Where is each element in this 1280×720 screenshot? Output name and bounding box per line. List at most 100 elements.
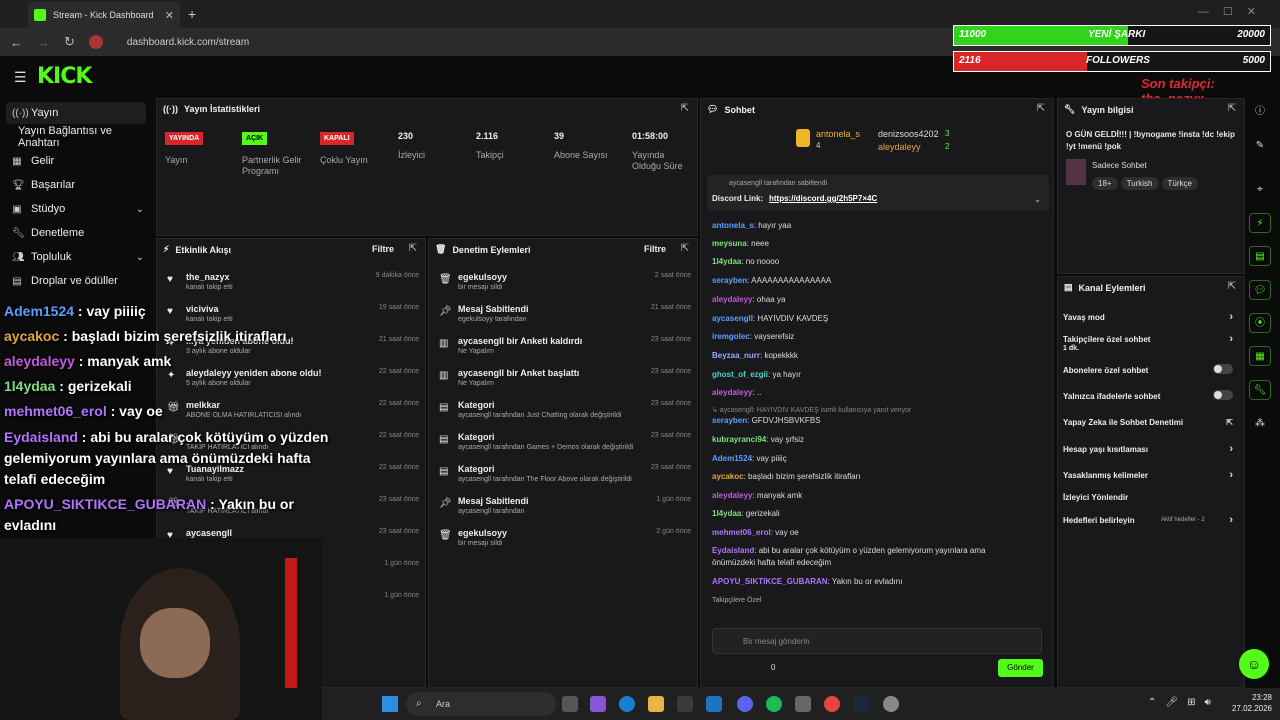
sidebar-item-studio[interactable]: ▣ Stüdyo ⌄ xyxy=(6,198,146,220)
sidebar-item-drops[interactable]: ▤ Droplar ve ödüller xyxy=(6,270,146,292)
info-icon[interactable]: ⓘ xyxy=(1249,102,1271,122)
kick-logo[interactable]: KICK xyxy=(37,64,92,89)
chat-message[interactable]: Adem1524: vay piiiiç xyxy=(712,453,787,464)
list-item[interactable]: 🗑︎ egekulsoyy bir mesajı sildi 2 gün önce xyxy=(437,525,693,555)
chevron-right-icon[interactable]: › xyxy=(1229,469,1233,481)
list-item[interactable]: İzleyici Yönlendir xyxy=(1063,493,1233,507)
chat-message[interactable]: aleydaleyy: ohaa ya xyxy=(712,294,785,305)
chevron-right-icon[interactable]: › xyxy=(1229,443,1233,455)
mail-icon[interactable] xyxy=(706,696,722,712)
popout-icon[interactable]: ⇱ xyxy=(1037,103,1045,114)
chat-input[interactable]: Bir mesaj gönderin xyxy=(712,628,1042,654)
chat-message[interactable]: aycakoc: başladı bizim şerefsizlik itira… xyxy=(712,471,861,482)
popout-icon[interactable]: ⇱ xyxy=(1228,281,1236,292)
sidebar-item-community[interactable]: 👥︎ Topluluk ⌄ xyxy=(6,246,146,268)
chat-message[interactable]: serayben: AAAAAAAAAAAAAAA xyxy=(712,275,831,286)
tab-close-icon[interactable]: ✕ xyxy=(165,9,174,22)
tag[interactable]: 18+ xyxy=(1092,177,1118,190)
top-gifter-1[interactable]: antonela_s xyxy=(816,129,860,139)
list-item[interactable]: ♥ viciviva kanalı takip etti 19 saat önce xyxy=(165,301,421,331)
chat-icon[interactable]: 💬︎ xyxy=(1249,280,1271,300)
chat-username[interactable]: APOYU_SIKTIKCE_GUBARAN xyxy=(712,577,828,586)
chat-message[interactable]: serayben: GFDVJHSBVKFBS xyxy=(712,415,821,426)
menu-icon[interactable]: ☰ xyxy=(14,69,27,86)
list-item[interactable]: Takipçilere özel sohbet 1 dk. › xyxy=(1063,333,1233,352)
chat-message[interactable]: Beyzaa_nurr: kopekkkk xyxy=(712,350,798,361)
chat-username[interactable]: aycakoc xyxy=(712,472,744,481)
chat-username[interactable]: Beyzaa_nurr xyxy=(712,351,760,360)
chat-message[interactable]: aleydaleyy: .. xyxy=(712,387,761,398)
list-item[interactable]: ▥ aycasengll bir Anket başlattı Ne Yapalım… xyxy=(437,365,693,395)
browser-tab[interactable]: Stream - Kick Dashboard ✕ xyxy=(28,2,180,28)
chat-username[interactable]: aleydaleyy xyxy=(712,491,752,500)
chat-message[interactable]: iremgolec: vayserefsiz xyxy=(712,331,794,342)
site-avatar-icon[interactable] xyxy=(88,35,103,49)
copilot-icon[interactable] xyxy=(590,696,606,712)
chat-username[interactable]: iremgolec xyxy=(712,332,750,341)
chevron-right-icon[interactable]: › xyxy=(1229,514,1233,526)
chat-username[interactable]: ghost_of_ezgii xyxy=(712,370,768,379)
chat-username[interactable]: aleydaleyy xyxy=(712,295,752,304)
sidebar-item-moderation[interactable]: 🔧︎ Denetleme xyxy=(6,222,146,244)
external-link-icon[interactable]: ⇱ xyxy=(1226,418,1233,427)
chat-username[interactable]: serayben xyxy=(712,416,747,425)
chat-message[interactable]: antonela_s: hayır yaa xyxy=(712,220,791,231)
chat-username[interactable]: kubrayranci94 xyxy=(712,435,766,444)
chat-username[interactable]: aycasengll xyxy=(712,314,753,323)
task-view-icon[interactable] xyxy=(562,696,578,712)
chevron-right-icon[interactable]: › xyxy=(1229,311,1233,323)
store-icon[interactable]: ▦ xyxy=(1249,346,1271,366)
list-item[interactable]: Yasaklanmış kelimeler › xyxy=(1063,469,1233,485)
bolt-icon[interactable]: ⚡︎ xyxy=(1249,213,1271,233)
obs-icon[interactable] xyxy=(883,696,899,712)
chevron-right-icon[interactable]: › xyxy=(1229,333,1233,345)
file-explorer-icon[interactable] xyxy=(648,696,664,712)
popout-icon[interactable]: ⇱ xyxy=(1228,103,1236,114)
chat-message[interactable]: ghost_of_ezgii: ya hayır xyxy=(712,369,801,380)
taskbar-clock[interactable]: 23:28 27.02.2026 xyxy=(1228,692,1272,714)
system-tray-icons[interactable]: ⌃🎤︎⊞🔊︎ xyxy=(1148,697,1220,708)
sidebar-item-achievements[interactable]: 🏆︎ Başarılar xyxy=(6,174,146,196)
sidebar-item-stream-key[interactable]: Yayın Bağlantısı ve Anahtarı xyxy=(6,125,146,149)
reload-icon[interactable]: ↻ xyxy=(64,34,75,50)
list-item[interactable]: ✦ aleydaleyy yeniden abone oldu! 5 aylık a… xyxy=(165,365,421,395)
list-item[interactable]: Hesap yaşı kısıtlaması › xyxy=(1063,443,1233,459)
chat-message[interactable]: kubrayranci94: vay şrfsiz xyxy=(712,434,804,445)
list-item[interactable]: ▤ Kategori aycasengll tarafından Games + D… xyxy=(437,429,693,459)
forward-icon[interactable]: → xyxy=(37,35,50,50)
popout-icon[interactable]: ⇱ xyxy=(681,243,689,254)
list-item[interactable]: Yalnızca ifadelerle sohbet xyxy=(1063,390,1233,406)
help-button[interactable]: ☺ xyxy=(1239,649,1269,679)
list-item[interactable]: Yapay Zeka ile Sohbet Denetimi ⇱ xyxy=(1063,418,1233,432)
list-item[interactable]: ▤ Kategori aycasengll tarafından The Floor… xyxy=(437,461,693,491)
pinned-message[interactable]: aycasengll tarafından sabitlendi Discord… xyxy=(707,175,1049,211)
list-item[interactable]: ▤ Kategori aycasengll tarafından Just Chat… xyxy=(437,397,693,427)
chat-username[interactable]: aleydaleyy xyxy=(712,388,752,397)
send-button[interactable]: Gönder xyxy=(998,659,1043,677)
sidebar-item-stream[interactable]: ((·)) Yayın xyxy=(6,102,146,124)
chat-message[interactable]: meysuna: neee xyxy=(712,238,769,249)
list-item[interactable]: 🎁︎ melkkar ABONE OLMA HATIRLATICISI alındı… xyxy=(165,397,421,427)
discord-icon[interactable] xyxy=(737,696,753,712)
wrench-icon[interactable]: 🔧︎ xyxy=(1249,380,1271,400)
toggle-switch[interactable] xyxy=(1213,390,1233,400)
chat-message[interactable]: 1l4ydaa: no noooo xyxy=(712,256,779,267)
chat-message[interactable]: Eydaisland: abi bu aralar çok kötüyüm o … xyxy=(712,545,985,556)
chat-username[interactable]: serayben xyxy=(712,276,747,285)
category-name[interactable]: Sadece Sohbet xyxy=(1092,161,1147,170)
window-controls[interactable]: —☐✕ xyxy=(1198,5,1270,18)
steam-icon[interactable] xyxy=(853,696,869,712)
mod-filter-button[interactable]: Filtre xyxy=(644,244,666,254)
popout-icon[interactable]: ⇱ xyxy=(409,243,417,254)
list-item[interactable]: 📌︎ Mesaj Sabitlendi egekulsoyy tarafından 2… xyxy=(437,301,693,331)
list-item[interactable]: 📌︎ Mesaj Sabitlendi aycasengll tarafından 1… xyxy=(437,493,693,523)
sidebar-item-revenue[interactable]: ▦ Gelir xyxy=(6,150,146,172)
popout-icon[interactable]: ⇱ xyxy=(681,103,689,114)
app-icon[interactable] xyxy=(795,696,811,712)
tag[interactable]: Turkish xyxy=(1120,177,1159,190)
back-icon[interactable]: ← xyxy=(10,35,23,50)
windows-start-icon[interactable] xyxy=(382,696,398,712)
people-icon[interactable]: ⁂ xyxy=(1249,414,1271,434)
store-app-icon[interactable] xyxy=(677,696,693,712)
chat-username[interactable]: 1l4ydaa xyxy=(712,257,741,266)
